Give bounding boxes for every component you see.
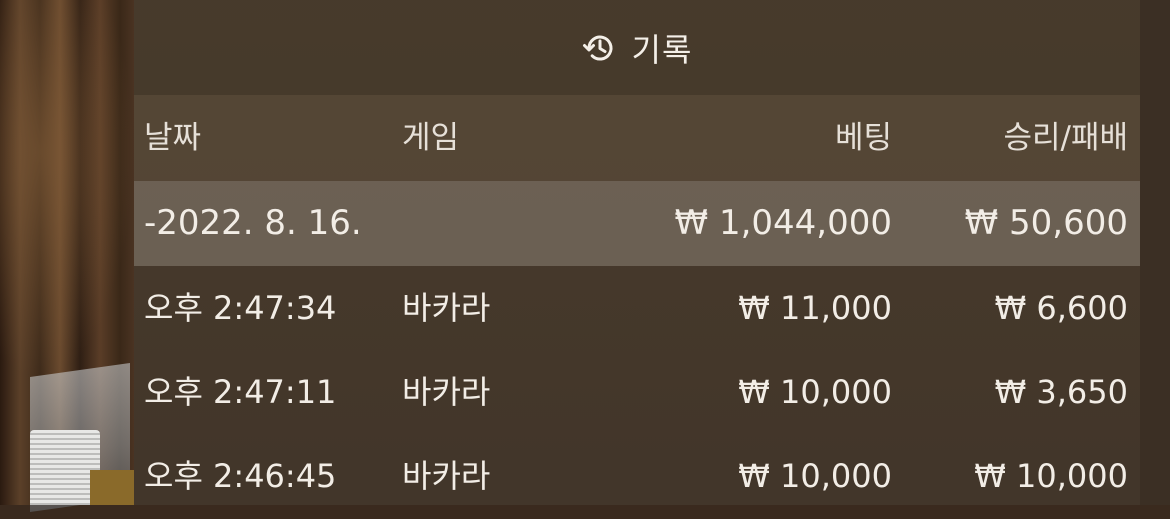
summary-bet: ₩ 1,044,000 bbox=[674, 203, 892, 243]
row-time: 오후 2:47:11 bbox=[144, 373, 337, 411]
history-row[interactable]: 오후 2:47:11 바카라 ₩ 10,000 ₩ 3,650 bbox=[134, 350, 1140, 435]
summary-result: ₩ 50,600 bbox=[964, 203, 1128, 243]
row-result: ₩ 6,600 bbox=[994, 289, 1128, 327]
column-header-result: 승리/패배 bbox=[1003, 120, 1128, 156]
history-panel: 기록 날짜 게임 베팅 승리/패배 -2022. 8. 16. ₩ 1,044,… bbox=[134, 0, 1140, 505]
table-felt bbox=[90, 470, 134, 505]
row-bet: ₩ 10,000 bbox=[738, 457, 892, 495]
row-game: 바카라 bbox=[402, 289, 491, 327]
row-result: ₩ 10,000 bbox=[974, 457, 1128, 495]
column-header-bet: 베팅 bbox=[834, 120, 892, 156]
history-icon bbox=[582, 30, 618, 66]
history-header: 기록 bbox=[134, 0, 1140, 95]
history-title: 기록 bbox=[631, 30, 693, 69]
summary-date: -2022. 8. 16. bbox=[144, 203, 362, 243]
row-bet: ₩ 10,000 bbox=[738, 373, 892, 411]
background-table-photo bbox=[0, 0, 134, 513]
history-row[interactable]: 오후 2:47:34 바카라 ₩ 11,000 ₩ 6,600 bbox=[134, 266, 1140, 351]
curtain-background bbox=[0, 0, 134, 380]
row-time: 오후 2:46:45 bbox=[144, 457, 337, 495]
date-summary-row[interactable]: -2022. 8. 16. ₩ 1,044,000 ₩ 50,600 bbox=[134, 181, 1140, 266]
row-game: 바카라 bbox=[402, 457, 491, 495]
column-header-date: 날짜 bbox=[144, 120, 202, 156]
row-result: ₩ 3,650 bbox=[994, 373, 1128, 411]
column-header-game: 게임 bbox=[402, 120, 460, 156]
column-header-row: 날짜 게임 베팅 승리/패배 bbox=[134, 95, 1140, 181]
history-row[interactable]: 오후 2:46:45 바카라 ₩ 10,000 ₩ 10,000 bbox=[134, 434, 1140, 519]
background-right-edge bbox=[1140, 0, 1170, 505]
row-game: 바카라 bbox=[402, 373, 491, 411]
row-bet: ₩ 11,000 bbox=[738, 289, 892, 327]
row-time: 오후 2:47:34 bbox=[144, 289, 337, 327]
